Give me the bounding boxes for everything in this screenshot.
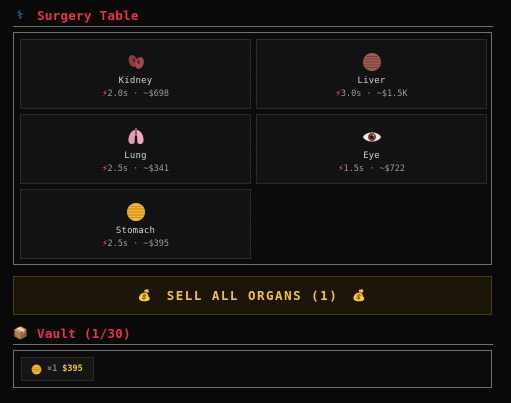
liver-icon [362, 53, 381, 71]
caduceus-icon: ⚕ [16, 8, 24, 22]
eye-icon [362, 132, 381, 142]
organ-time: 2.5s [107, 164, 128, 174]
money-bag-icon: 💰 [352, 289, 368, 302]
organ-meta: ⚡3.0s · ~$1.5K [257, 89, 486, 99]
organ-time: 2.0s [107, 89, 128, 99]
organ-time: 1.5s [343, 164, 364, 174]
stomach-icon [31, 364, 42, 374]
organ-meta: ⚡2.5s · ~$341 [21, 164, 250, 174]
meta-separator: · [366, 89, 372, 99]
organ-card-liver[interactable]: Liver ⚡3.0s · ~$1.5K [256, 39, 487, 109]
surgery-title: Surgery Table [37, 7, 139, 23]
game-screen: ⚕ Surgery Table Kidney ⚡2.0s · ~$698 Liv… [0, 0, 511, 403]
meta-separator: · [369, 164, 375, 174]
lungs-icon [127, 128, 144, 145]
organ-card-stomach[interactable]: Stomach ⚡2.5s · ~$395 [20, 189, 251, 259]
organ-price: ~$698 [143, 89, 169, 99]
surgery-divider [13, 26, 493, 27]
organ-price: ~$722 [379, 164, 405, 174]
meta-separator: · [133, 89, 139, 99]
organ-name: Stomach [115, 226, 156, 236]
vault-header: 📦 Vault (1/30) [13, 323, 493, 343]
surgery-header: ⚕ Surgery Table [13, 5, 493, 25]
money-bag-icon: 💰 [137, 289, 153, 302]
organ-meta: ⚡2.0s · ~$698 [21, 89, 250, 99]
organ-name: Eye [363, 151, 380, 161]
organ-name: Liver [357, 76, 386, 86]
organ-card-kidney[interactable]: Kidney ⚡2.0s · ~$698 [20, 39, 251, 109]
organ-meta: ⚡2.5s · ~$395 [21, 239, 250, 249]
organ-time: 2.5s [107, 239, 128, 249]
organ-time: 3.0s [340, 89, 362, 99]
surgery-table: Kidney ⚡2.0s · ~$698 Liver ⚡3.0s · ~$1.5… [13, 32, 492, 265]
organ-card-lung[interactable]: Lung ⚡2.5s · ~$341 [20, 114, 251, 184]
organ-price: ~$395 [143, 239, 169, 249]
vault-divider [13, 344, 493, 345]
sell-all-label: SELL ALL ORGANS (1) [166, 288, 339, 303]
vault-item-quantity: ×1 [47, 364, 58, 374]
kidney-icon [128, 55, 144, 69]
organ-price: ~$341 [143, 164, 169, 174]
meta-separator: · [133, 164, 139, 174]
meta-separator: · [133, 239, 139, 249]
vault-title: Vault (1/30) [37, 325, 131, 341]
organ-name: Lung [124, 151, 147, 161]
stomach-icon [126, 203, 145, 221]
vault-panel: ×1 $395 [13, 350, 492, 388]
organ-price: ~$1.5K [376, 89, 408, 99]
package-icon: 📦 [13, 326, 29, 340]
vault-item[interactable]: ×1 $395 [21, 357, 94, 381]
organ-meta: ⚡1.5s · ~$722 [257, 164, 486, 174]
organ-card-eye[interactable]: Eye ⚡1.5s · ~$722 [256, 114, 487, 184]
vault-item-price: $395 [62, 364, 83, 374]
sell-all-organs-button[interactable]: 💰 SELL ALL ORGANS (1) 💰 [13, 276, 492, 315]
organ-name: Kidney [118, 76, 153, 86]
